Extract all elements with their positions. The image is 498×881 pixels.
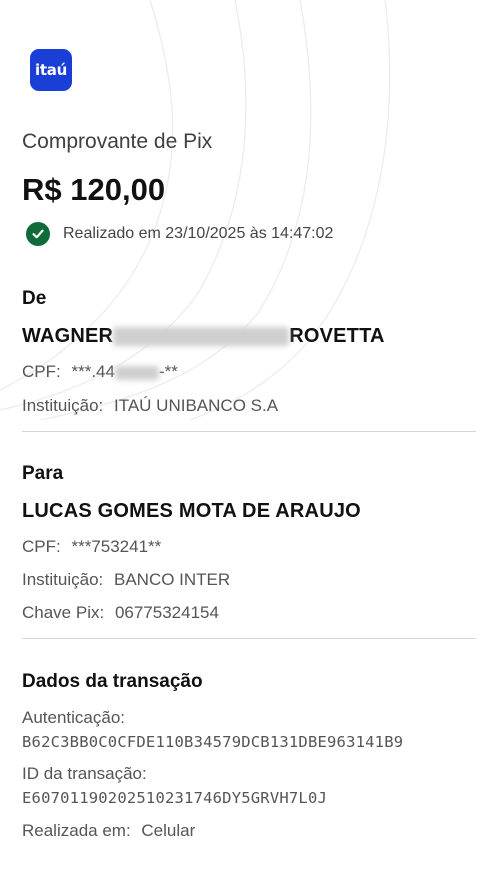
to-cpf: CPF: ***753241** xyxy=(22,537,161,557)
check-icon xyxy=(26,222,50,246)
background-arcs xyxy=(0,0,391,420)
from-institution-value: ITAÚ UNIBANCO S.A xyxy=(114,396,279,415)
transaction-id-label: ID da transação: xyxy=(22,764,147,783)
to-institution-label: Instituição: xyxy=(22,570,104,589)
to-institution: Instituição: BANCO INTER xyxy=(22,570,230,590)
transaction-section-title: Dados da transação xyxy=(22,671,203,692)
to-pix-key-value: 06775324154 xyxy=(114,603,219,622)
from-name-first: WAGNER xyxy=(22,325,114,347)
to-pix-key: Chave Pix: 06775324154 xyxy=(22,603,219,623)
redacted-name xyxy=(113,327,290,347)
from-cpf: CPF: ***.44 -** xyxy=(22,362,178,382)
to-institution-value: BANCO INTER xyxy=(114,570,231,589)
from-cpf-label: CPF: xyxy=(22,362,61,381)
itau-logo: itaú xyxy=(30,49,72,91)
auth-value: B62C3BB0C0CFDE110B34579DCB131DBE963141B9 xyxy=(22,733,404,751)
from-name: WAGNER ROVETTA xyxy=(22,325,385,348)
divider xyxy=(22,638,476,639)
from-section-title: De xyxy=(22,288,47,309)
redacted-cpf xyxy=(114,365,159,380)
status-row: Realizado em 23/10/2025 às 14:47:02 xyxy=(26,222,333,246)
to-section-title: Para xyxy=(22,463,64,484)
amount: R$ 120,00 xyxy=(22,172,166,207)
from-name-last: ROVETTA xyxy=(289,325,385,347)
channel: Realizada em: Celular xyxy=(22,821,195,841)
channel-value: Celular xyxy=(141,821,196,840)
from-institution-label: Instituição: xyxy=(22,396,104,415)
divider xyxy=(22,431,476,432)
transaction-id-value: E60701190202510231746DY5GRVH7L0J xyxy=(22,789,328,807)
auth-label: Autenticação: xyxy=(22,708,126,727)
to-name: LUCAS GOMES MOTA DE ARAUJO xyxy=(22,500,361,522)
to-cpf-value: ***753241** xyxy=(71,537,162,556)
from-cpf-suffix: -** xyxy=(158,362,178,381)
status-text: Realizado em 23/10/2025 às 14:47:02 xyxy=(63,225,334,242)
channel-label: Realizada em: xyxy=(22,821,131,840)
from-institution: Instituição: ITAÚ UNIBANCO S.A xyxy=(22,396,278,416)
to-cpf-label: CPF: xyxy=(22,537,61,556)
from-cpf-prefix: ***.44 xyxy=(71,362,115,381)
to-pix-key-label: Chave Pix: xyxy=(22,603,105,622)
page-title: Comprovante de Pix xyxy=(22,130,213,153)
